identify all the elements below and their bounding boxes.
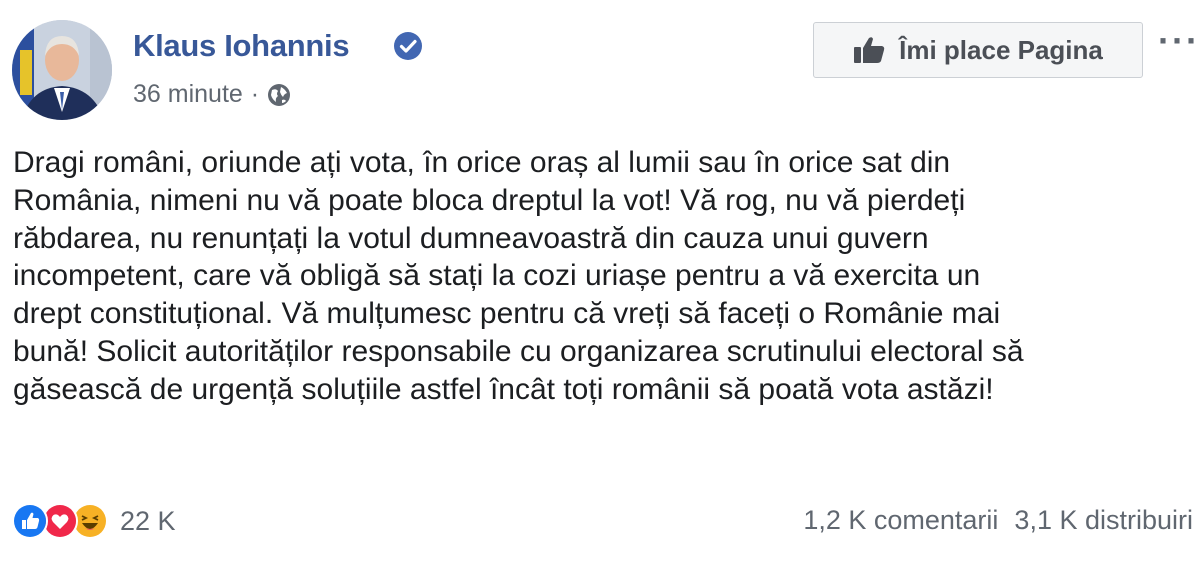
- thumbs-up-icon: [854, 37, 885, 63]
- post-message: Dragi români, oriunde ați vota, în orice…: [13, 146, 1024, 406]
- avatar-photo: [12, 20, 112, 120]
- verified-badge-icon: [394, 32, 422, 60]
- author-name[interactable]: Klaus Iohannis: [133, 28, 350, 64]
- like-reaction-icon: [12, 503, 48, 539]
- comments-count-link[interactable]: 1,2 K comentarii: [803, 505, 998, 536]
- more-options-button[interactable]: ···: [1158, 23, 1200, 59]
- author-avatar[interactable]: [12, 20, 112, 120]
- meta-separator: ·: [250, 80, 260, 108]
- reaction-count: 22 K: [120, 505, 176, 536]
- post-timestamp[interactable]: 36 minute: [133, 80, 243, 109]
- post-meta: 36 minute ·: [133, 80, 291, 109]
- globe-icon[interactable]: [267, 83, 291, 107]
- like-page-button[interactable]: Îmi place Pagina: [813, 22, 1143, 78]
- engagement-stats: 1,2 K comentarii 3,1 K distribuiri: [803, 505, 1193, 536]
- like-page-label: Îmi place Pagina: [899, 34, 1103, 65]
- shares-count-link[interactable]: 3,1 K distribuiri: [1014, 505, 1193, 536]
- reactions-summary[interactable]: 22 K: [12, 503, 176, 539]
